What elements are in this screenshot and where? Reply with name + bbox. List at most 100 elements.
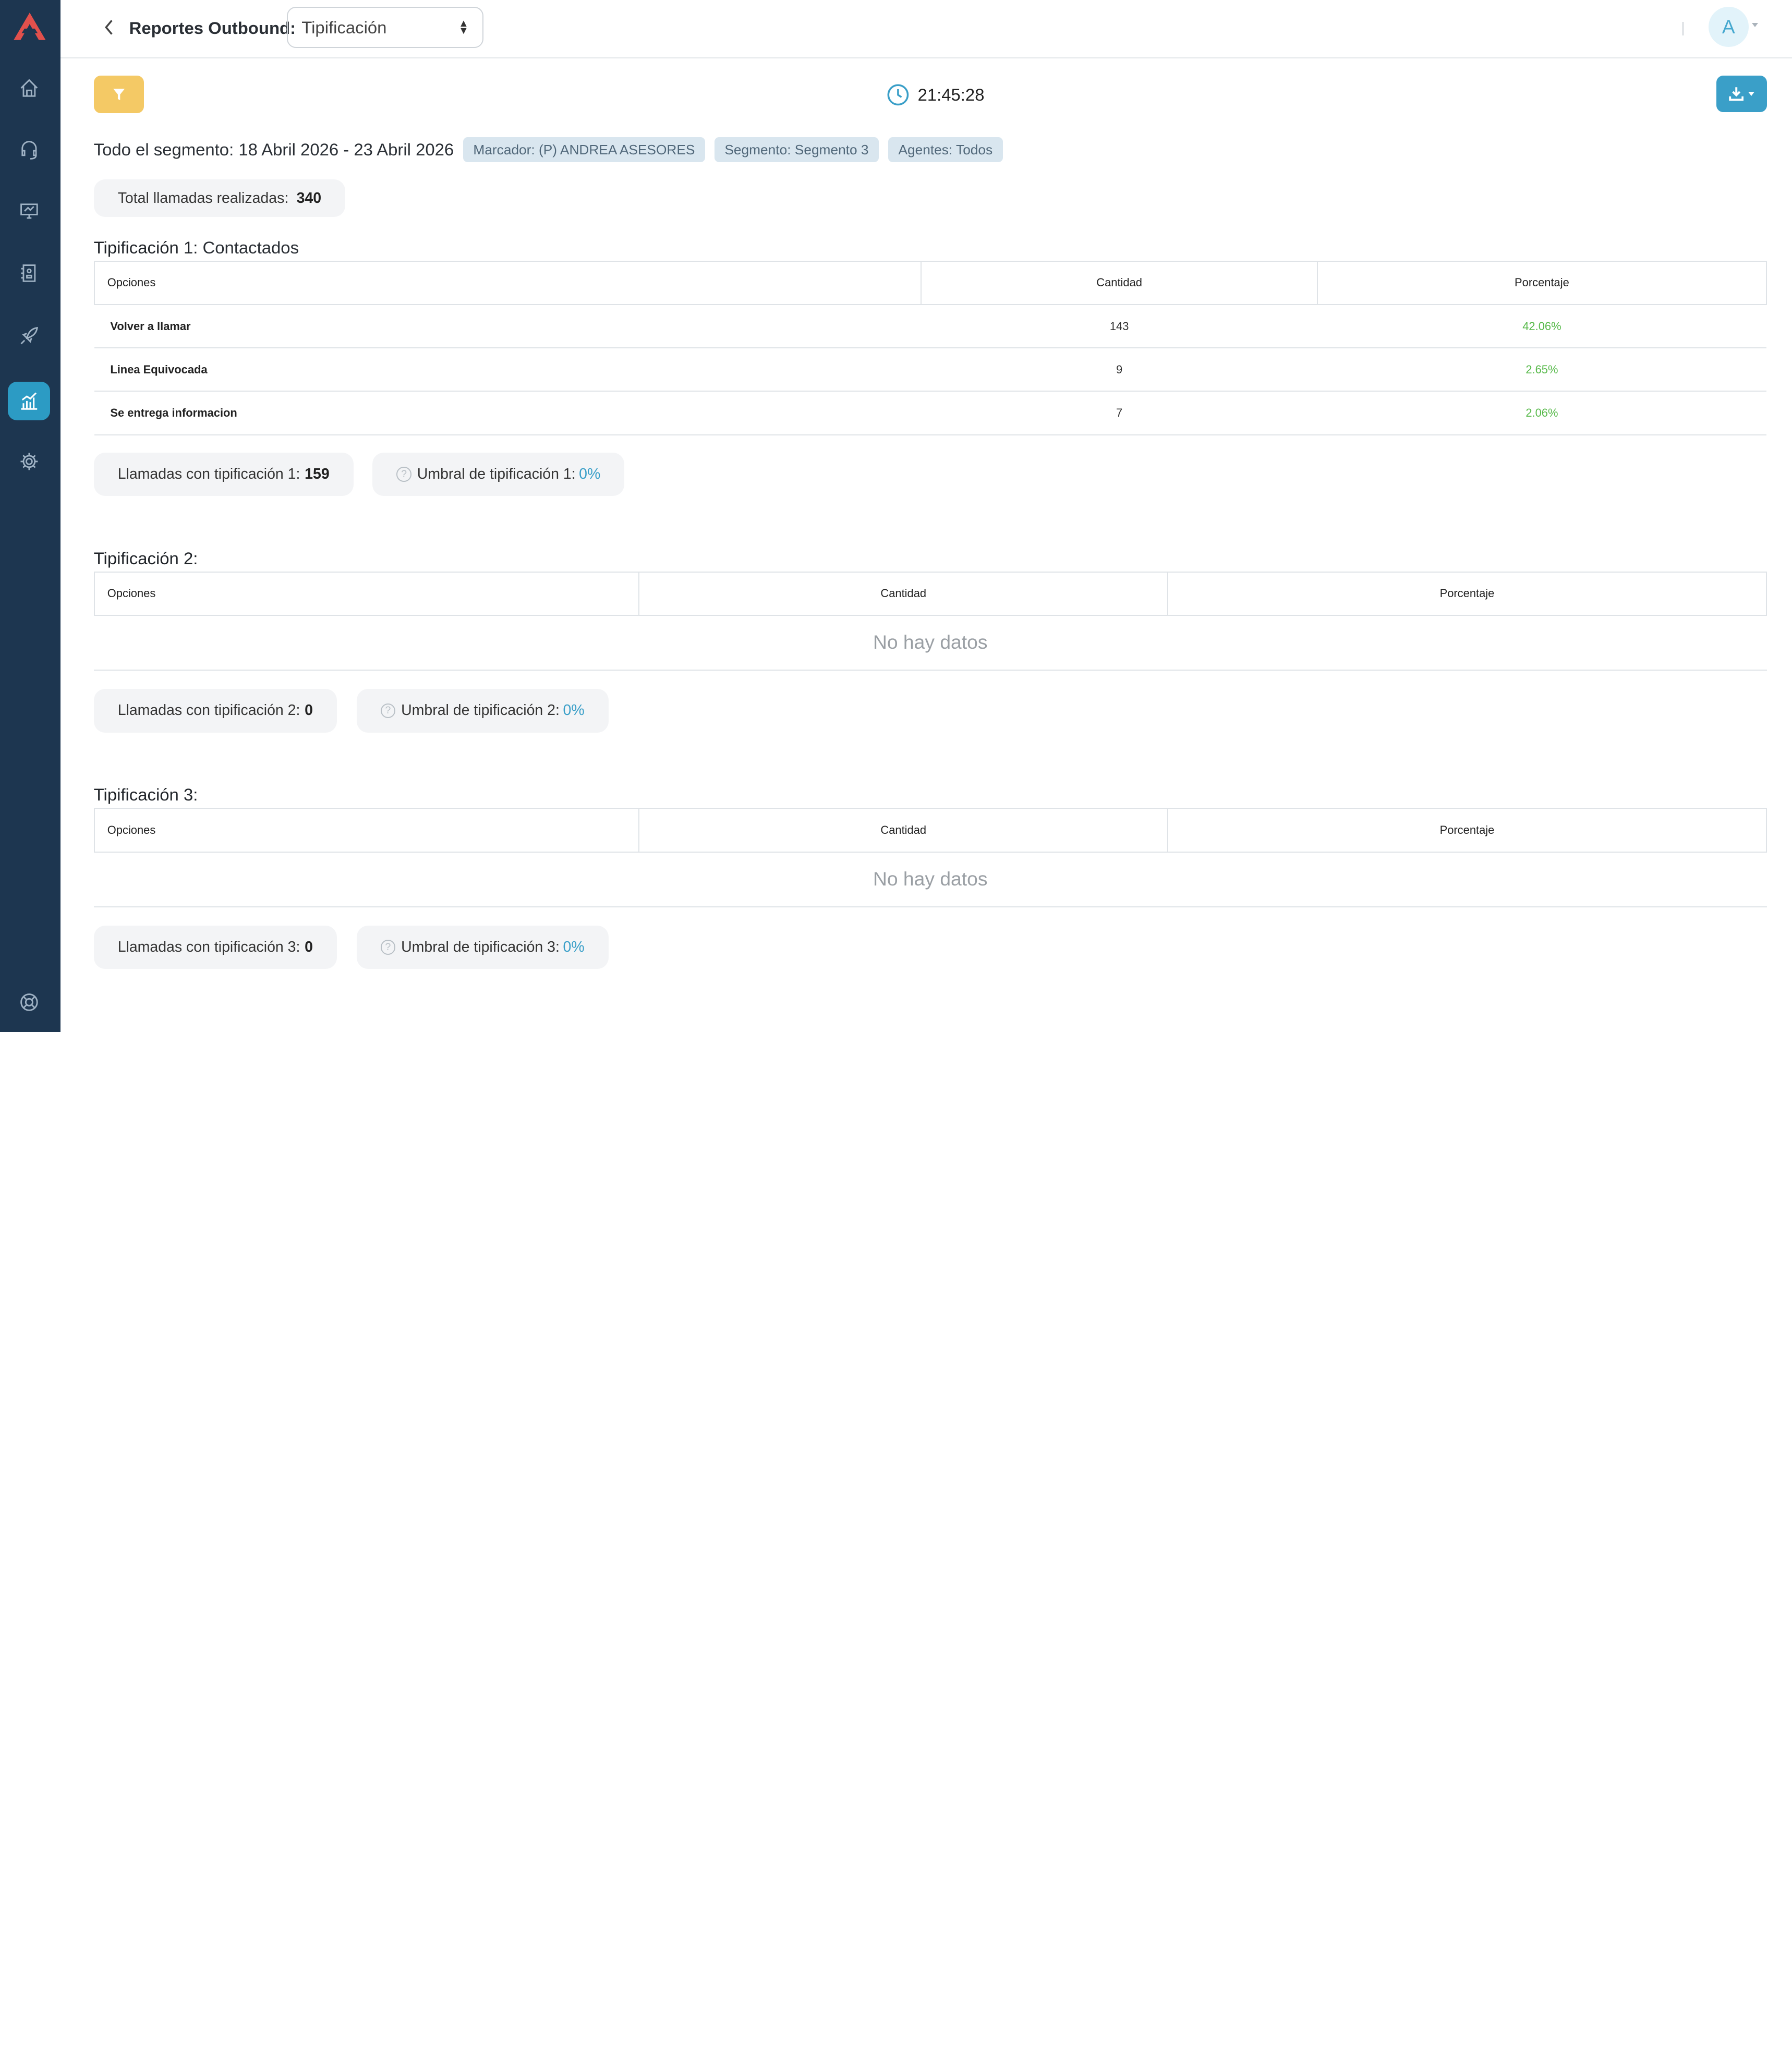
row-percent: 2.65%	[1317, 348, 1766, 392]
row-option: Linea Equivocada	[94, 348, 922, 392]
typification-3-calls-label: Llamadas con tipificación 3:	[117, 939, 300, 956]
home-icon	[20, 79, 38, 97]
download-button[interactable]	[1716, 75, 1767, 112]
typification-3-calls-value: 0	[305, 939, 313, 956]
row-option: Volver a llamar	[94, 304, 922, 349]
chart-icon	[21, 392, 38, 410]
clock-icon	[887, 84, 909, 106]
brand-logo[interactable]	[13, 11, 47, 41]
gear-icon	[20, 453, 38, 470]
typification-2-threshold-label: Umbral de tipificación 2:	[401, 702, 560, 719]
column-header-options[interactable]: Opciones	[93, 571, 640, 616]
help-icon[interactable]: ?	[380, 940, 396, 955]
section-title-1-lead: Tipificación 1:	[93, 237, 198, 257]
row-percent: 2.06%	[1317, 391, 1766, 435]
chip-segment: Segmento: Segmento 3	[714, 137, 879, 163]
column-header-percent[interactable]: Porcentaje	[1167, 571, 1767, 616]
column-header-percent[interactable]: Porcentaje	[1317, 260, 1767, 305]
contacts-book-icon	[21, 264, 36, 282]
divider	[1682, 21, 1684, 35]
section-title-2: Tipificación 2:	[94, 549, 198, 568]
typification-1-calls-stat: Llamadas con tipificación 1: 159	[93, 452, 354, 496]
sidebar-item-support[interactable]	[8, 983, 50, 1022]
typification-1-threshold-stat: ? Umbral de tipificación 1: 0%	[372, 452, 625, 496]
monitor-icon	[20, 203, 38, 219]
chevron-down-icon	[1748, 91, 1755, 96]
typification-2-threshold-value: 0%	[563, 702, 585, 719]
total-calls-stat: Total llamadas realizadas: 340	[93, 179, 346, 217]
user-avatar[interactable]: A	[1708, 7, 1749, 47]
typification-2-calls-stat: Llamadas con tipificación 2: 0	[93, 689, 337, 733]
section-title-3-lead: Tipificación 3:	[93, 785, 198, 805]
typification-1-threshold-label: Umbral de tipificación 1:	[417, 465, 576, 482]
row-percent: 42.06%	[1317, 304, 1766, 349]
column-header-count[interactable]: Cantidad	[638, 808, 1169, 853]
report-type-select-value: Tipificación	[301, 17, 387, 37]
sidebar-item-reports[interactable]	[8, 381, 51, 421]
typification-1-table: Opciones Cantidad Porcentaje Volver a ll…	[93, 260, 1767, 435]
sidebar	[0, 0, 61, 1032]
row-option: Se entrega informacion	[94, 391, 922, 435]
column-header-count[interactable]: Cantidad	[638, 571, 1169, 616]
page-title: Reportes Outbound:	[129, 18, 296, 38]
section-title-2-lead: Tipificación 2:	[93, 548, 198, 568]
typification-1-calls-label: Llamadas con tipificación 1:	[117, 465, 300, 482]
filter-icon	[113, 88, 125, 100]
typification-3-threshold-stat: ? Umbral de tipificación 3: 0%	[356, 925, 609, 969]
table-row: Linea Equivocada 9 2.65%	[94, 348, 1766, 392]
help-icon[interactable]: ?	[380, 703, 396, 719]
support-icon	[20, 993, 38, 1011]
user-menu-caret-icon[interactable]	[1752, 22, 1759, 27]
column-header-percent[interactable]: Porcentaje	[1167, 808, 1767, 853]
sidebar-item-agents[interactable]	[8, 130, 50, 169]
table-row: Volver a llamar 143 42.06%	[94, 304, 1766, 349]
filter-button[interactable]	[93, 75, 144, 113]
segment-summary: Todo el segmento: 18 Abril 2026 - 23 Abr…	[93, 137, 1003, 163]
sidebar-item-contacts[interactable]	[8, 253, 50, 293]
typification-3-threshold-value: 0%	[563, 939, 585, 956]
table-row: Se entrega informacion 7 2.06%	[94, 391, 1766, 435]
row-count: 7	[921, 391, 1318, 435]
section-title-3: Tipificación 3:	[94, 785, 198, 805]
typification-1-calls-value: 159	[305, 465, 330, 482]
typification-2-empty-state: No hay datos	[93, 615, 1767, 671]
help-icon[interactable]: ?	[396, 467, 411, 482]
sidebar-item-home[interactable]	[8, 68, 50, 107]
column-header-options[interactable]: Opciones	[93, 260, 922, 305]
typification-2-threshold-stat: ? Umbral de tipificación 2: 0%	[356, 689, 609, 733]
row-count: 9	[921, 348, 1318, 392]
sidebar-item-settings[interactable]	[8, 442, 50, 481]
select-arrows-icon: ▲ ▼	[458, 18, 469, 37]
typification-3-calls-stat: Llamadas con tipificación 3: 0	[93, 925, 337, 969]
section-title-1: Tipificación 1: Contactados	[94, 238, 299, 258]
chip-agents: Agentes: Todos	[888, 137, 1003, 163]
report-type-select[interactable]: Tipificación ▲ ▼	[287, 7, 483, 48]
clock-time: 21:45:28	[917, 84, 985, 104]
table-header-row: Opciones Cantidad Porcentaje	[93, 808, 1767, 853]
sidebar-item-monitor[interactable]	[8, 192, 50, 231]
chevron-left-icon	[105, 20, 113, 35]
download-icon	[1729, 87, 1744, 101]
top-bar: Reportes Outbound: Tipificación ▲ ▼ A	[60, 0, 1792, 58]
headset-icon	[21, 141, 37, 160]
segment-date-range: Todo el segmento: 18 Abril 2026 - 23 Abr…	[93, 140, 454, 160]
column-header-count[interactable]: Cantidad	[921, 260, 1318, 305]
typification-1-threshold-value: 0%	[579, 465, 601, 482]
total-calls-value: 340	[296, 189, 322, 207]
section-title-1-value: Contactados	[202, 237, 299, 257]
typification-3-threshold-label: Umbral de tipificación 3:	[401, 939, 560, 956]
sidebar-item-campaigns[interactable]	[8, 317, 50, 356]
typification-3-table: Opciones Cantidad Porcentaje	[93, 808, 1767, 853]
typification-2-calls-value: 0	[305, 702, 313, 719]
table-header-row: Opciones Cantidad Porcentaje	[93, 260, 1767, 305]
rocket-icon	[20, 327, 38, 345]
clock: 21:45:28	[887, 83, 984, 106]
chip-dialer: Marcador: (P) ANDREA ASESORES	[463, 137, 706, 163]
column-header-options[interactable]: Opciones	[93, 808, 640, 853]
table-header-row: Opciones Cantidad Porcentaje	[93, 571, 1767, 616]
typification-2-table: Opciones Cantidad Porcentaje	[93, 571, 1767, 616]
total-calls-label: Total llamadas realizadas:	[117, 189, 289, 207]
row-count: 143	[921, 304, 1318, 349]
back-button[interactable]	[100, 16, 120, 39]
typification-3-empty-state: No hay datos	[93, 852, 1767, 907]
